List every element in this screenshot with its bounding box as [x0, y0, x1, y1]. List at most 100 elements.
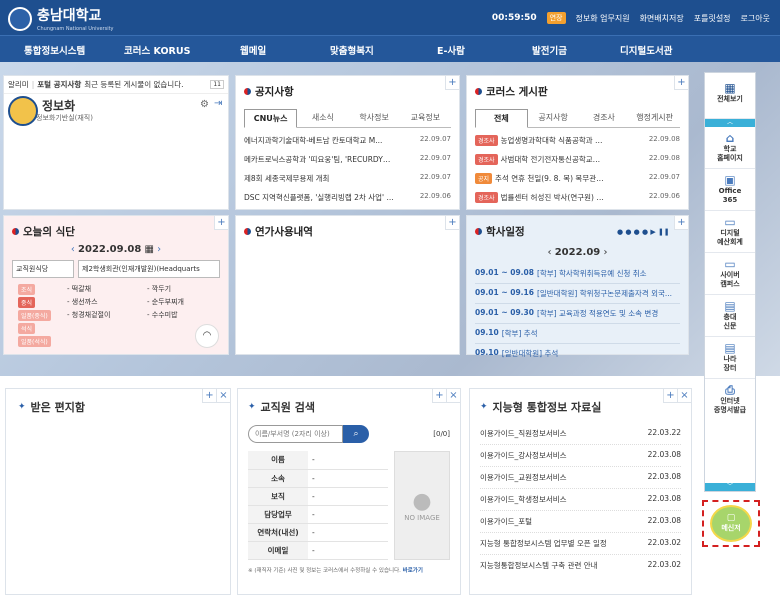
messenger-button[interactable]: ▢ 메신저: [710, 505, 752, 542]
field-label: 담당업무: [248, 505, 308, 524]
list-item[interactable]: 이용가이드_포털 22.03.08: [480, 511, 681, 533]
list-item[interactable]: 경조사농업생명과학대학 식품공학과 이석건...22.09.08: [475, 131, 680, 150]
bullet-icon: [475, 228, 482, 235]
it-support-link[interactable]: 정보화 업무지원: [576, 13, 630, 24]
sidebar-item-office365[interactable]: ▣ Office 365: [705, 169, 755, 211]
bullet-icon: [244, 88, 251, 95]
prev-date-icon[interactable]: ‹: [71, 244, 75, 255]
list-item[interactable]: 공지추석 연휴 천일(9. 8. 목) 복무관리 철...22.09.07: [475, 169, 680, 188]
slide-pager[interactable]: ● ● ● ● ▶ ❚❚: [617, 228, 670, 236]
chevron-down-icon[interactable]: ﹀: [705, 483, 755, 491]
plus-icon[interactable]: +: [663, 389, 677, 403]
list-item[interactable]: 메카트로닉스공학과 '띠요웅'팀, 'RECURDYN... 22.09.07: [244, 150, 451, 169]
sidebar-item-certificate[interactable]: ⎙ 인터넷 증명서발급: [705, 379, 755, 421]
list-item[interactable]: 에너지과학기술대학-베트남 칸토대학교 M... 22.09.07: [244, 131, 451, 150]
next-date-icon[interactable]: ›: [157, 244, 161, 255]
nav-welfare[interactable]: 맞춤형복지: [330, 43, 374, 57]
list-item[interactable]: 지능형 통합정보시스템 업무별 오픈 일정 22.03.02: [480, 533, 681, 555]
plus-icon[interactable]: +: [432, 389, 446, 403]
meal-item: - 떡갈채: [67, 285, 92, 293]
alert-pager[interactable]: 11: [210, 80, 224, 89]
nav-digital-library[interactable]: 디지털도서관: [620, 43, 672, 57]
meal-item: - 청경채겉절이: [67, 311, 111, 319]
avatar: [8, 96, 38, 126]
list-item[interactable]: 이용가이드_강사정보서비스 22.03.08: [480, 445, 681, 467]
field-label: 이메일: [248, 541, 308, 560]
sidebar-item-cyber-campus[interactable]: ▭ 사이버 캠퍼스: [705, 253, 755, 295]
list-item[interactable]: 09.01 ~ 09.08 [학부] 학사학위취득유예 신청 취소: [475, 264, 680, 284]
close-icon[interactable]: ×: [216, 389, 230, 403]
alert-prefix: 알리미: [8, 80, 29, 89]
close-icon[interactable]: ×: [677, 389, 691, 403]
plus-icon[interactable]: +: [202, 389, 216, 403]
meal-item: - 깍두기: [147, 285, 172, 293]
nav-korus[interactable]: 코러스 KORUS: [124, 43, 190, 57]
tab-education[interactable]: 교육정보: [400, 109, 451, 127]
extend-session-button[interactable]: 연장: [546, 12, 566, 24]
search-button[interactable]: ⌕: [343, 425, 369, 443]
logo-emblem-icon: [8, 6, 32, 31]
list-item[interactable]: 09.01 ~ 09.30 [학부] 교육과정 적용연도 및 소속 변경: [475, 304, 680, 324]
logo-subtitle: Chungnam National University: [37, 26, 114, 32]
staff-info-table: 이름 - 소속 - 보직 - 담당업무 - 연락처(내선) - 이메일 -: [248, 451, 388, 560]
bullet-icon: [12, 228, 19, 235]
tab-cnu-news[interactable]: CNU뉴스: [244, 109, 298, 128]
plus-icon[interactable]: +: [445, 216, 459, 230]
leave-title: 연가사용내역: [255, 226, 313, 238]
meal-place-select[interactable]: 교직원식당: [12, 260, 74, 278]
chevron-up-icon[interactable]: ︿: [705, 119, 755, 127]
list-item[interactable]: 이용가이드_교원정보서비스 22.03.08: [480, 467, 681, 489]
list-item[interactable]: 이용가이드_직원정보서비스 22.03.22: [480, 423, 681, 445]
meal-date: 2022.09.08: [78, 244, 142, 255]
bullet-icon: [475, 88, 482, 95]
sidebar-item-newspaper[interactable]: ▤ 충대 신문: [705, 295, 755, 337]
calendar-icon[interactable]: ▦: [145, 244, 154, 255]
prev-month-icon[interactable]: ‹: [548, 247, 552, 258]
gear-icon[interactable]: ⚙: [200, 99, 209, 110]
list-item[interactable]: 경조사법률센터 허성진 박사(연구원) 결혼 ...22.09.06: [475, 188, 680, 207]
next-month-icon[interactable]: ›: [603, 247, 607, 258]
nav-e-saram[interactable]: E-사람: [437, 43, 465, 57]
view-all-button[interactable]: ▦ 전체보기: [705, 73, 755, 119]
search-input[interactable]: [248, 425, 343, 443]
tab-condolence[interactable]: 경조사: [579, 109, 630, 127]
list-item[interactable]: DSC 지역혁신플랫폼, '실행리빙랩 2차 사업' ... 22.09.06: [244, 188, 451, 207]
list-item[interactable]: 09.01 ~ 09.16 [일반대학원] 학위청구논문제출자격 외국...: [475, 284, 680, 304]
close-icon[interactable]: ×: [446, 389, 460, 403]
nav-development-fund[interactable]: 발전기금: [532, 43, 567, 57]
cloche-icon: ◠: [195, 324, 219, 348]
logout-icon[interactable]: ⇥: [214, 98, 222, 109]
tab-academic[interactable]: 학사정보: [349, 109, 400, 127]
tab-all[interactable]: 전체: [475, 109, 528, 128]
building-icon: ⌂: [725, 131, 735, 145]
plus-icon[interactable]: +: [214, 216, 228, 230]
go-korus-link[interactable]: 바로가기: [403, 568, 423, 574]
sidebar-item-homepage[interactable]: ⌂ 학교 홈페이지: [705, 127, 755, 169]
list-item[interactable]: 이용가이드_학생정보서비스 22.03.08: [480, 489, 681, 511]
tab-admin-board[interactable]: 행정게시판: [629, 109, 680, 127]
meal-building-select[interactable]: 제2학생회관(인재개발원)(Headquarts: [78, 260, 220, 278]
list-item[interactable]: 제8회 세종국제무용제 개최 22.09.07: [244, 169, 451, 188]
alert-portal-notice[interactable]: 포털 공지사항: [37, 79, 81, 90]
list-item[interactable]: 09.10 [학부] 추석: [475, 324, 680, 344]
plus-icon[interactable]: +: [445, 76, 459, 90]
sidebar-item-digital-budget[interactable]: ▭ 디지털 예산회계: [705, 211, 755, 253]
session-timer: 00:59:50: [491, 13, 537, 23]
profile-card: 알리미 | 포털 공지사항 최근 등록된 게시물이 없습니다. 11 정보화 정…: [3, 75, 229, 210]
portlet-settings-link[interactable]: 포틀릿설정: [694, 13, 731, 24]
save-layout-link[interactable]: 화면배치저장: [640, 13, 684, 24]
plus-icon[interactable]: +: [674, 216, 688, 230]
list-item[interactable]: 지능형통합정보시스템 구축 관련 안내 22.03.02: [480, 555, 681, 576]
list-item[interactable]: 경조사사범대학 전기전자통신공학교육과 안...22.09.08: [475, 150, 680, 169]
tab-news[interactable]: 새소식: [297, 109, 348, 127]
schedule-month-nav: ‹ 2022.09 ›: [475, 247, 680, 258]
tab-notice[interactable]: 공지사항: [528, 109, 579, 127]
sidebar-item-nara-market[interactable]: ▤ 나라 장터: [705, 337, 755, 379]
plus-icon[interactable]: +: [674, 76, 688, 90]
nav-integrated-info[interactable]: 통합정보시스템: [24, 43, 85, 57]
logout-link[interactable]: 로그아웃: [741, 13, 770, 24]
nav-webmail[interactable]: 웹메일: [240, 43, 266, 57]
notice-card: 공지사항 + CNU뉴스 새소식 학사정보 교육정보 에너지과학기술대학-베트남…: [235, 75, 460, 210]
list-item[interactable]: 09.10 [일반대학원] 추석: [475, 344, 680, 363]
university-logo[interactable]: 충남대학교 Chungnam National University: [8, 5, 114, 32]
